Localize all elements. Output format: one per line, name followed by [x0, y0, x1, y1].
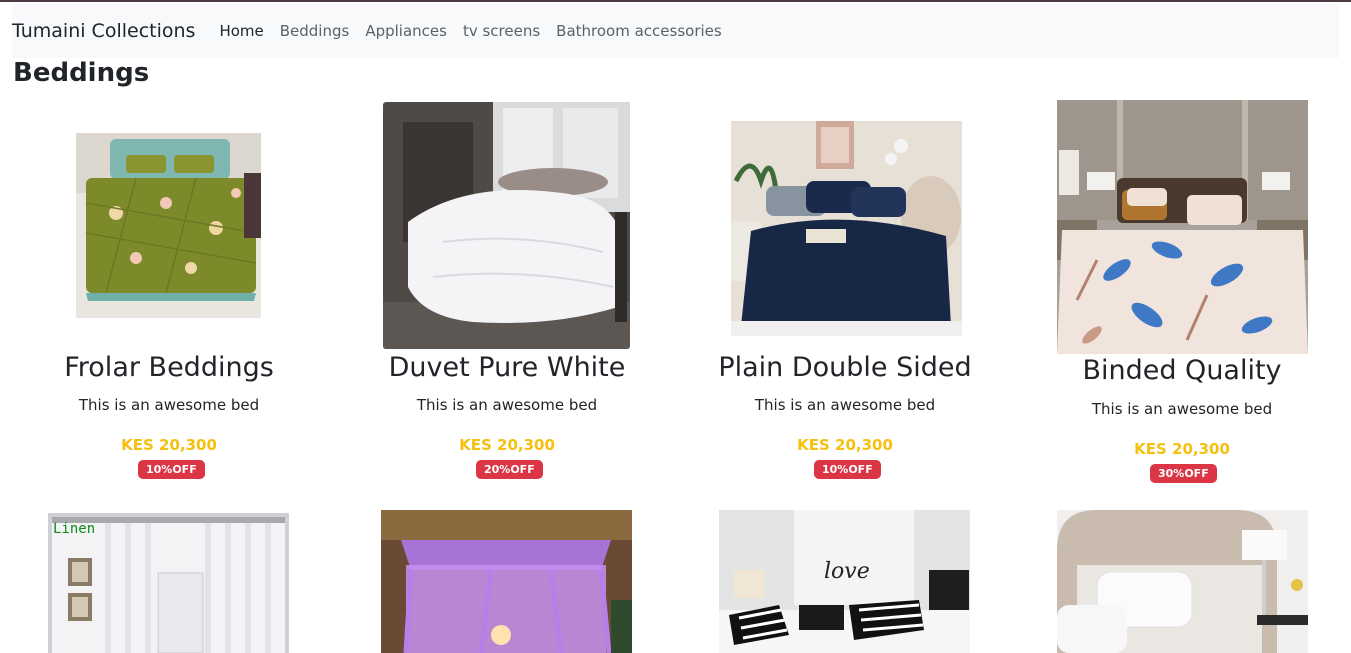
product-price: KES 20,300: [459, 436, 555, 454]
product-image-linen-curtains[interactable]: Linen: [48, 513, 289, 653]
product-description: This is an awesome bed: [78, 396, 260, 414]
section-title: Beddings: [13, 58, 150, 88]
product-image-navy-bedding[interactable]: [731, 121, 962, 336]
discount-badge: 30%OFF: [1150, 464, 1217, 483]
product-title: Binded Quality: [1082, 355, 1282, 386]
nav-link-home[interactable]: Home: [219, 22, 263, 40]
discount-badge: 10%OFF: [138, 460, 205, 479]
nav-link-tv-screens[interactable]: tv screens: [463, 22, 540, 40]
discount-badge: 10%OFF: [814, 460, 881, 479]
product-price: KES 20,300: [797, 436, 893, 454]
product-title: Frolar Beddings: [64, 352, 274, 383]
product-image-leaf-print-bedding[interactable]: [1057, 100, 1308, 354]
product-description: This is an awesome bed: [1091, 400, 1273, 418]
product-image-floral-bedding[interactable]: [76, 133, 261, 318]
product-price: KES 20,300: [121, 436, 217, 454]
nav-link-bathroom-accessories[interactable]: Bathroom accessories: [556, 22, 722, 40]
product-description: This is an awesome bed: [416, 396, 598, 414]
product-title: Duvet Pure White: [388, 352, 626, 383]
nav-link-appliances[interactable]: Appliances: [365, 22, 447, 40]
discount-badge: 20%OFF: [476, 460, 543, 479]
top-border: [0, 0, 1351, 2]
product-image-canopy-net[interactable]: [381, 510, 632, 653]
product-title: Plain Double Sided: [718, 352, 972, 383]
product-description: This is an awesome bed: [754, 396, 936, 414]
product-price: KES 20,300: [1134, 440, 1230, 458]
nav-link-beddings[interactable]: Beddings: [280, 22, 350, 40]
love-print-text: love: [824, 559, 870, 584]
product-image-white-pillows[interactable]: [1057, 510, 1308, 653]
navbar: Tumaini Collections Home Beddings Applia…: [12, 3, 1339, 58]
brand-link[interactable]: Tumaini Collections: [12, 20, 195, 42]
linen-watermark: Linen: [53, 521, 95, 537]
product-image-love-print-bedding[interactable]: love: [719, 510, 970, 653]
product-image-white-duvet[interactable]: [383, 102, 630, 349]
